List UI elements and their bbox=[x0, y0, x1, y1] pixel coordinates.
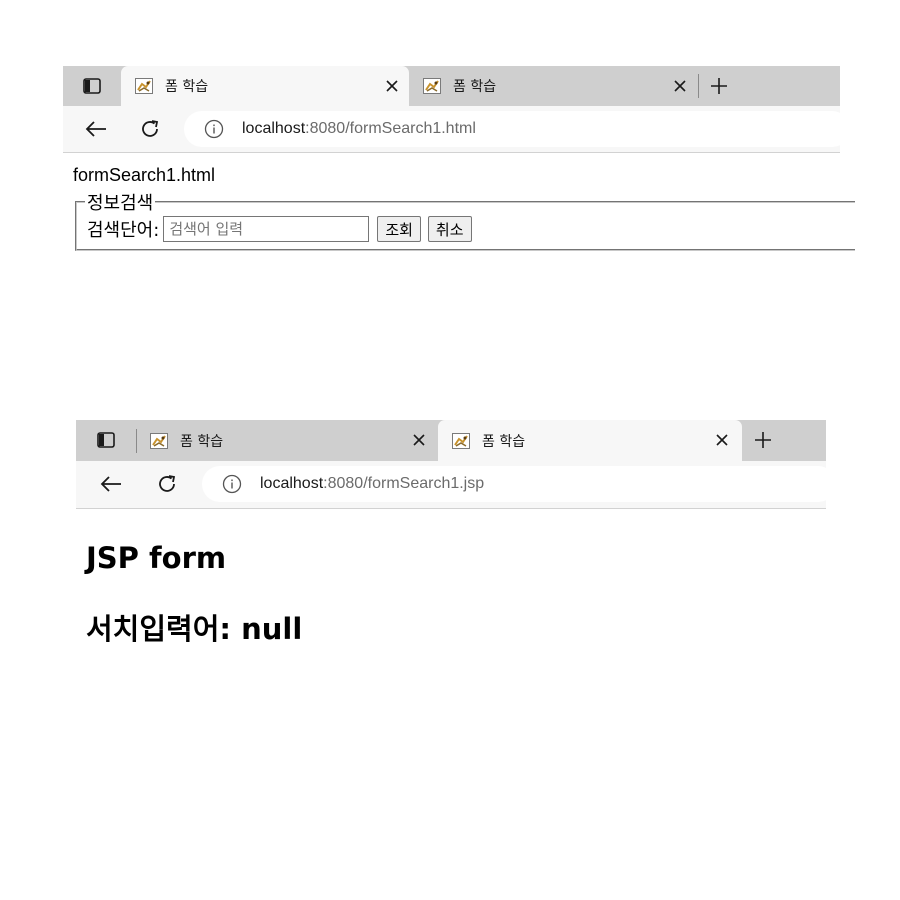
back-arrow-icon bbox=[85, 121, 106, 137]
tab-actions-icon bbox=[97, 432, 115, 448]
close-icon bbox=[413, 434, 425, 446]
tab-title: 폼 학습 bbox=[482, 433, 526, 450]
info-icon[interactable] bbox=[222, 474, 242, 494]
new-tab-button[interactable] bbox=[752, 429, 774, 451]
tomcat-favicon bbox=[423, 78, 441, 94]
info-icon[interactable] bbox=[204, 119, 224, 139]
tab-close-button[interactable] bbox=[410, 431, 428, 449]
browser-toolbar: localhost:8080/formSearch1.jsp bbox=[76, 461, 836, 509]
tomcat-favicon bbox=[150, 432, 168, 449]
tab-title: 폼 학습 bbox=[180, 433, 224, 450]
tomcat-favicon bbox=[135, 78, 153, 94]
refresh-icon bbox=[159, 475, 176, 492]
tab-strip: 폼 학습 폼 학습 bbox=[76, 420, 826, 461]
address-bar[interactable]: localhost:8080/formSearch1.jsp bbox=[202, 466, 836, 502]
search-result-text: 서치입력어: null bbox=[86, 612, 303, 646]
fieldset-legend: 정보검색 bbox=[87, 193, 154, 214]
tab-title: 폼 학습 bbox=[453, 79, 497, 95]
url-text[interactable]: localhost:8080/formSearch1.jsp bbox=[260, 475, 484, 493]
tab-title: 폼 학습 bbox=[165, 79, 209, 95]
search-input[interactable] bbox=[163, 216, 370, 242]
tab-form-jsp[interactable]: 폼 학습 bbox=[409, 66, 699, 106]
tab-form-html[interactable]: 폼 학습 bbox=[121, 66, 409, 106]
tab-actions-button[interactable] bbox=[76, 420, 136, 460]
url-path: :8080/formSearch1.html bbox=[305, 120, 476, 137]
tab-close-button[interactable] bbox=[383, 77, 401, 95]
search-row: 검색단어: 조회 취소 bbox=[87, 216, 845, 242]
browser-window-html: 폼 학습 폼 학습 localhost:8080/formSearch1.htm… bbox=[63, 66, 855, 266]
back-button[interactable] bbox=[84, 117, 108, 141]
tomcat-favicon bbox=[452, 432, 470, 449]
new-tab-button[interactable] bbox=[708, 75, 730, 97]
browser-toolbar: localhost:8080/formSearch1.html bbox=[63, 106, 850, 153]
tab-actions-button[interactable] bbox=[63, 66, 121, 106]
browser-window-jsp: 폼 학습 폼 학습 localhost:8080/formSearch1.jsp… bbox=[76, 420, 836, 650]
page-content: JSP form 서치입력어: null bbox=[76, 509, 826, 650]
back-button[interactable] bbox=[99, 472, 123, 496]
close-icon bbox=[674, 80, 686, 92]
back-arrow-icon bbox=[100, 476, 121, 492]
address-bar[interactable]: localhost:8080/formSearch1.html bbox=[184, 111, 850, 147]
page-content: formSearch1.html 정보검색 검색단어: 조회 취소 bbox=[63, 153, 855, 266]
search-fieldset: 정보검색 검색단어: 조회 취소 bbox=[75, 189, 855, 251]
search-label: 검색단어: bbox=[87, 220, 160, 241]
page-heading: JSP form bbox=[86, 541, 227, 575]
close-icon bbox=[716, 434, 728, 446]
refresh-button[interactable] bbox=[155, 472, 179, 496]
tab-close-button[interactable] bbox=[671, 77, 689, 95]
tab-form-html[interactable]: 폼 학습 bbox=[136, 420, 436, 461]
submit-button[interactable]: 조회 bbox=[377, 216, 421, 242]
url-path: :8080/formSearch1.jsp bbox=[323, 475, 485, 492]
url-host: localhost bbox=[242, 120, 306, 137]
tab-strip: 폼 학습 폼 학습 bbox=[63, 66, 840, 106]
refresh-button[interactable] bbox=[138, 117, 162, 141]
url-host: localhost bbox=[260, 475, 324, 492]
refresh-icon bbox=[142, 120, 159, 137]
close-icon bbox=[386, 80, 398, 92]
tab-actions-icon bbox=[83, 78, 101, 94]
tab-separator bbox=[698, 74, 699, 98]
reset-button[interactable]: 취소 bbox=[427, 216, 472, 242]
url-text[interactable]: localhost:8080/formSearch1.html bbox=[242, 120, 476, 138]
page-filename-text: formSearch1.html bbox=[73, 165, 216, 185]
plus-icon bbox=[755, 432, 771, 448]
tab-close-button[interactable] bbox=[713, 431, 731, 449]
plus-icon bbox=[711, 78, 727, 94]
tab-form-jsp[interactable]: 폼 학습 bbox=[438, 420, 742, 461]
